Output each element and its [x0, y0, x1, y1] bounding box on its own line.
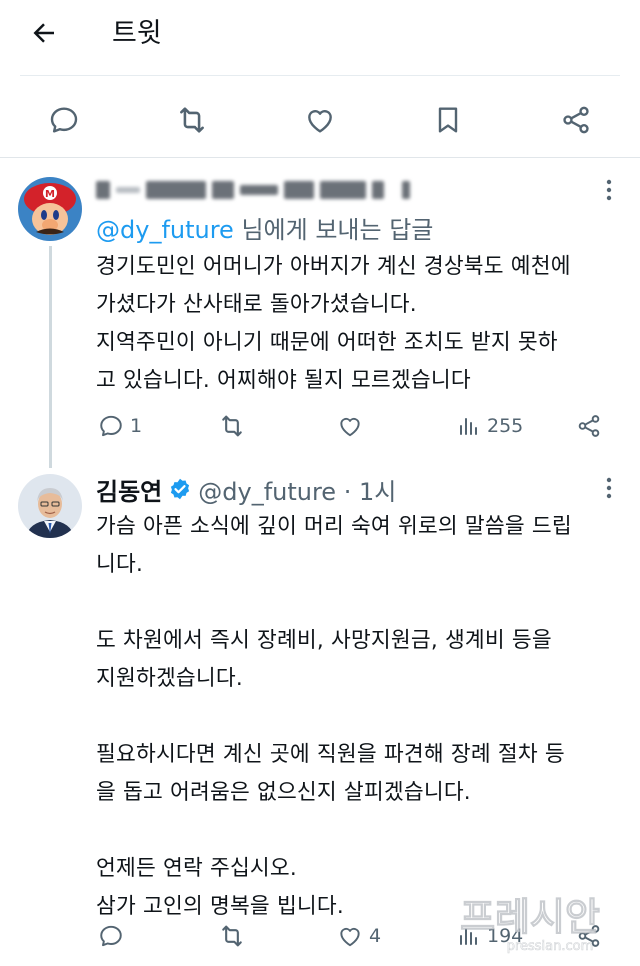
divider: [0, 157, 640, 158]
more-vertical-icon: [606, 179, 612, 201]
like-button[interactable]: [302, 102, 338, 138]
author-handle-time: @dy_future · 1시: [198, 477, 397, 506]
views-button[interactable]: 194: [457, 918, 523, 954]
svg-text:M: M: [45, 189, 55, 200]
main-tweet-text: 가슴 아픈 소식에 깊이 머리 숙여 위로의 말씀을 드립 니다. 도 차원에서…: [96, 514, 572, 919]
mario-avatar-icon: M: [18, 177, 82, 241]
bookmark-button[interactable]: [430, 102, 466, 138]
retweet-icon: [222, 925, 242, 947]
comment-icon: [100, 925, 122, 947]
views-button[interactable]: 255: [457, 408, 523, 444]
analytics-icon: [460, 928, 477, 945]
share-icon: [578, 925, 600, 947]
arrow-left-icon: [33, 23, 54, 43]
retweet-icon: [180, 107, 204, 133]
heart-icon: [340, 417, 360, 437]
retweet-button[interactable]: [218, 408, 252, 444]
reply-context-label: 님에게 보내는 답글: [233, 216, 434, 244]
blurred-display-name: [96, 175, 416, 205]
reply-context: @dy_future 님에게 보내는 답글: [96, 213, 433, 247]
retweet-button[interactable]: [174, 102, 210, 138]
share-icon: [578, 415, 600, 437]
share-button[interactable]: [576, 918, 602, 954]
more-vertical-icon: [606, 477, 612, 499]
reply-count: 1: [130, 415, 143, 437]
like-button[interactable]: [337, 408, 369, 444]
more-options-button[interactable]: [599, 176, 619, 204]
share-button[interactable]: [558, 102, 594, 138]
avatar[interactable]: [18, 474, 82, 538]
bookmark-icon: [438, 107, 458, 133]
reply-button[interactable]: [46, 102, 82, 138]
reply-stats-bar: 1 255: [0, 408, 640, 444]
tweet-action-bar: [0, 88, 640, 154]
page-title: 트윗: [112, 18, 162, 49]
divider: [20, 75, 620, 76]
author-row: 김동연 @dy_future · 1시: [96, 471, 396, 507]
author-name[interactable]: 김동연: [96, 472, 162, 507]
reply-button[interactable]: [98, 918, 130, 954]
heart-icon: [308, 110, 332, 133]
main-stats-bar: 4 194: [0, 918, 640, 954]
share-icon: [563, 106, 589, 134]
view-count: 255: [487, 415, 524, 437]
reply-handle-link[interactable]: @dy_future: [96, 216, 234, 244]
analytics-icon: [460, 418, 477, 435]
comment-icon: [100, 415, 122, 437]
heart-icon: [340, 927, 360, 947]
back-button[interactable]: [26, 15, 62, 51]
reply-button[interactable]: 1: [98, 408, 142, 444]
share-button[interactable]: [576, 408, 602, 444]
verified-badge-icon: [171, 478, 190, 500]
reply-tweet-text: 경기도민인 어머니가 아버지가 계신 경상북도 예천에 가셨다가 산사태로 돌아…: [96, 254, 571, 393]
like-count: 4: [369, 925, 382, 947]
like-button[interactable]: 4: [337, 918, 381, 954]
comment-icon: [50, 107, 78, 133]
view-count: 194: [487, 925, 524, 947]
avatar[interactable]: M: [18, 177, 82, 241]
more-options-button[interactable]: [599, 474, 619, 502]
retweet-button[interactable]: [218, 918, 252, 954]
retweet-icon: [222, 415, 242, 437]
app-header: 트윗: [0, 0, 640, 76]
profile-photo-icon: [18, 474, 82, 538]
